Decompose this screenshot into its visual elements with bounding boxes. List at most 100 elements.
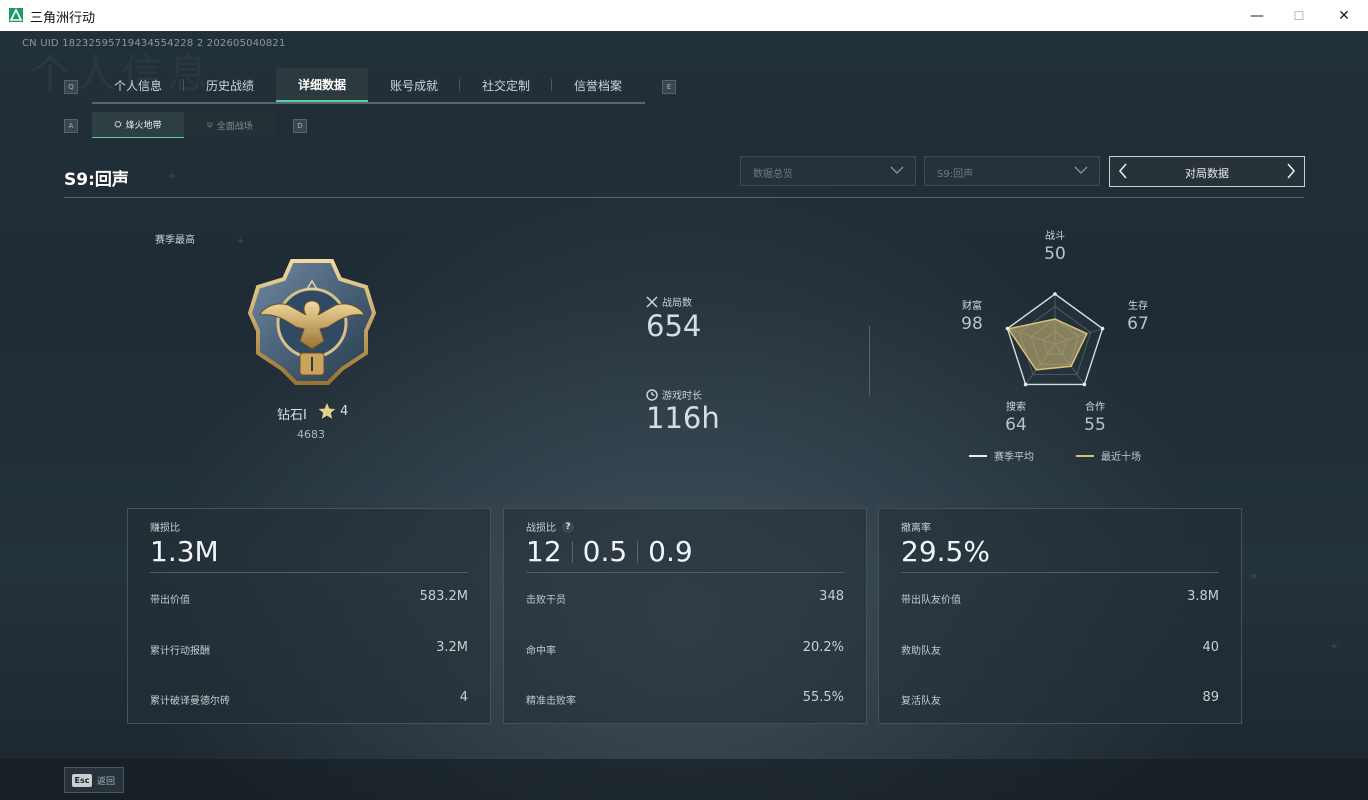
stat-row: 击败干员 348 (526, 589, 844, 607)
antenna-icon: ⍦ (207, 120, 213, 130)
season-title: S9:回声 (64, 170, 129, 190)
crosshair-decoration: + (236, 236, 245, 247)
row-label: 命中率 (526, 646, 556, 657)
window-title: 三角洲行动 (30, 11, 96, 26)
radar-vertex-point (1005, 326, 1010, 331)
dropdown-value: S9:回声 (937, 169, 974, 180)
tab-left-key-hint: Q (64, 80, 78, 94)
matches-label-text: 战局数 (662, 298, 692, 309)
tab-achievements[interactable]: 账号成就 (368, 68, 460, 102)
matches-label: 战局数 (646, 294, 692, 309)
star-icon (318, 403, 336, 419)
kd-value-3: 0.9 (648, 535, 693, 568)
help-icon[interactable]: ? (562, 520, 574, 533)
row-label: 复活队友 (901, 696, 941, 707)
stat-row: 带出队友价值 3.8M (901, 589, 1219, 607)
crossed-swords-icon (646, 295, 658, 308)
chevron-down-icon (890, 166, 904, 174)
playtime-label: 游戏时长 (646, 387, 702, 402)
kd-card: 战损比 ? 12 0.5 0.9 击败干员 348 命中率 20.2% 精准击败率 5… (503, 508, 867, 724)
card-main-value: 1.3M (150, 535, 219, 568)
main-tabs: 个人信息 历史战绩 详细数据 账号成就 社交定制 信誉档案 (92, 68, 645, 104)
radar-label-survival: 生存 (1128, 301, 1148, 312)
radar-label-wealth: 财富 (962, 301, 982, 312)
playtime-label-text: 游戏时长 (662, 391, 702, 402)
dropdown-value: 数据总览 (753, 169, 793, 180)
radar-value-combat: 50 (1044, 244, 1066, 264)
row-label: 累计行动报酬 (150, 646, 210, 657)
tab-history[interactable]: 历史战绩 (184, 68, 276, 102)
value-divider (571, 540, 573, 563)
row-value: 3.8M (1187, 589, 1219, 604)
back-label: 返回 (97, 776, 116, 787)
season-best-label: 赛季最高 (155, 235, 195, 246)
row-value: 20.2% (802, 640, 844, 655)
minimize-button[interactable]: — (1234, 0, 1280, 31)
tab-label: 历史战绩 (205, 78, 254, 93)
row-value: 3.2M (436, 640, 468, 655)
tab-label: 个人信息 (113, 78, 162, 93)
stat-row: 命中率 20.2% (526, 640, 844, 658)
stat-row: 累计行动报酬 3.2M (150, 640, 468, 658)
legend-label: 最近十场 (1101, 452, 1141, 463)
subtab-label: 烽火地带 (125, 121, 162, 131)
season-dropdown[interactable]: S9:回声 (924, 156, 1100, 186)
beacon-icon: ⛭ (114, 119, 122, 130)
legend-line (969, 454, 987, 457)
clock-icon (646, 388, 658, 401)
crosshair-decoration: + (1250, 571, 1259, 582)
tab-right-key-hint: E (662, 80, 676, 94)
footer-bar (0, 759, 1368, 800)
app-content: 个人信息 CN UID 18232595719434554228 2 20260… (0, 31, 1368, 800)
subtab-operations[interactable]: ⛭ 烽火地带 (92, 112, 184, 138)
matches-value: 654 (646, 309, 702, 343)
row-label: 击败干员 (526, 595, 566, 606)
stat-row: 救助队友 40 (901, 640, 1219, 658)
tab-credit[interactable]: 信誉档案 (552, 68, 644, 102)
kd-values: 12 0.5 0.9 (526, 535, 693, 568)
legend-line (1076, 454, 1094, 457)
stat-row: 复活队友 89 (901, 690, 1219, 708)
close-button[interactable]: ✕ (1321, 0, 1367, 31)
subtab-warfare[interactable]: ⍦ 全面战场 (184, 112, 276, 138)
radar-label-teamwork: 合作 (1085, 402, 1105, 413)
row-value: 55.5% (802, 690, 844, 705)
subtab-left-key-hint: A (64, 119, 78, 133)
header-divider (64, 197, 1304, 198)
data-type-dropdown[interactable]: 数据总览 (740, 156, 916, 186)
stat-row: 带出价值 583.2M (150, 589, 468, 607)
row-label: 累计破译曼德尔砖 (150, 696, 230, 707)
stat-row: 精准击败率 55.5% (526, 690, 844, 708)
chevron-down-icon (1074, 166, 1088, 174)
row-label: 带出价值 (150, 595, 190, 606)
radar-vertex-point (1023, 382, 1028, 387)
row-value: 348 (819, 589, 844, 604)
back-button[interactable]: Esc 返回 (64, 767, 124, 793)
row-value: 40 (1202, 640, 1219, 655)
tab-label: 详细数据 (297, 77, 346, 92)
value-divider (637, 540, 639, 563)
chevron-right-icon[interactable] (1284, 160, 1298, 182)
maximize-button[interactable]: ☐ (1276, 0, 1322, 31)
card-label-text: 战损比 (526, 523, 556, 534)
card-main-value: 29.5% (901, 535, 990, 568)
legend-season-average: 赛季平均 (969, 448, 1034, 463)
radar-value-survival: 67 (1127, 314, 1149, 334)
esc-key-hint: Esc (72, 773, 92, 787)
tab-label: 社交定制 (481, 78, 530, 93)
radar-value-teamwork: 55 (1084, 415, 1106, 435)
row-label: 精准击败率 (526, 696, 576, 707)
subtab-right-key-hint: D (293, 119, 307, 133)
stat-row: 累计破译曼德尔砖 4 (150, 690, 468, 708)
tab-personal-info[interactable]: 个人信息 (92, 68, 184, 102)
radar-label-search: 搜索 (1006, 402, 1026, 413)
rank-points: 4683 (297, 428, 325, 441)
radar-value-search: 64 (1005, 415, 1027, 435)
tab-detailed-data[interactable]: 详细数据 (276, 68, 368, 102)
rank-star-count: 4 (340, 404, 349, 419)
card-label: 赚损比 (150, 523, 180, 534)
pager-label: 对局数据 (1185, 167, 1229, 180)
crosshair-decoration: + (1330, 641, 1339, 652)
tab-social[interactable]: 社交定制 (460, 68, 552, 102)
radar-vertex-point (1082, 382, 1087, 387)
